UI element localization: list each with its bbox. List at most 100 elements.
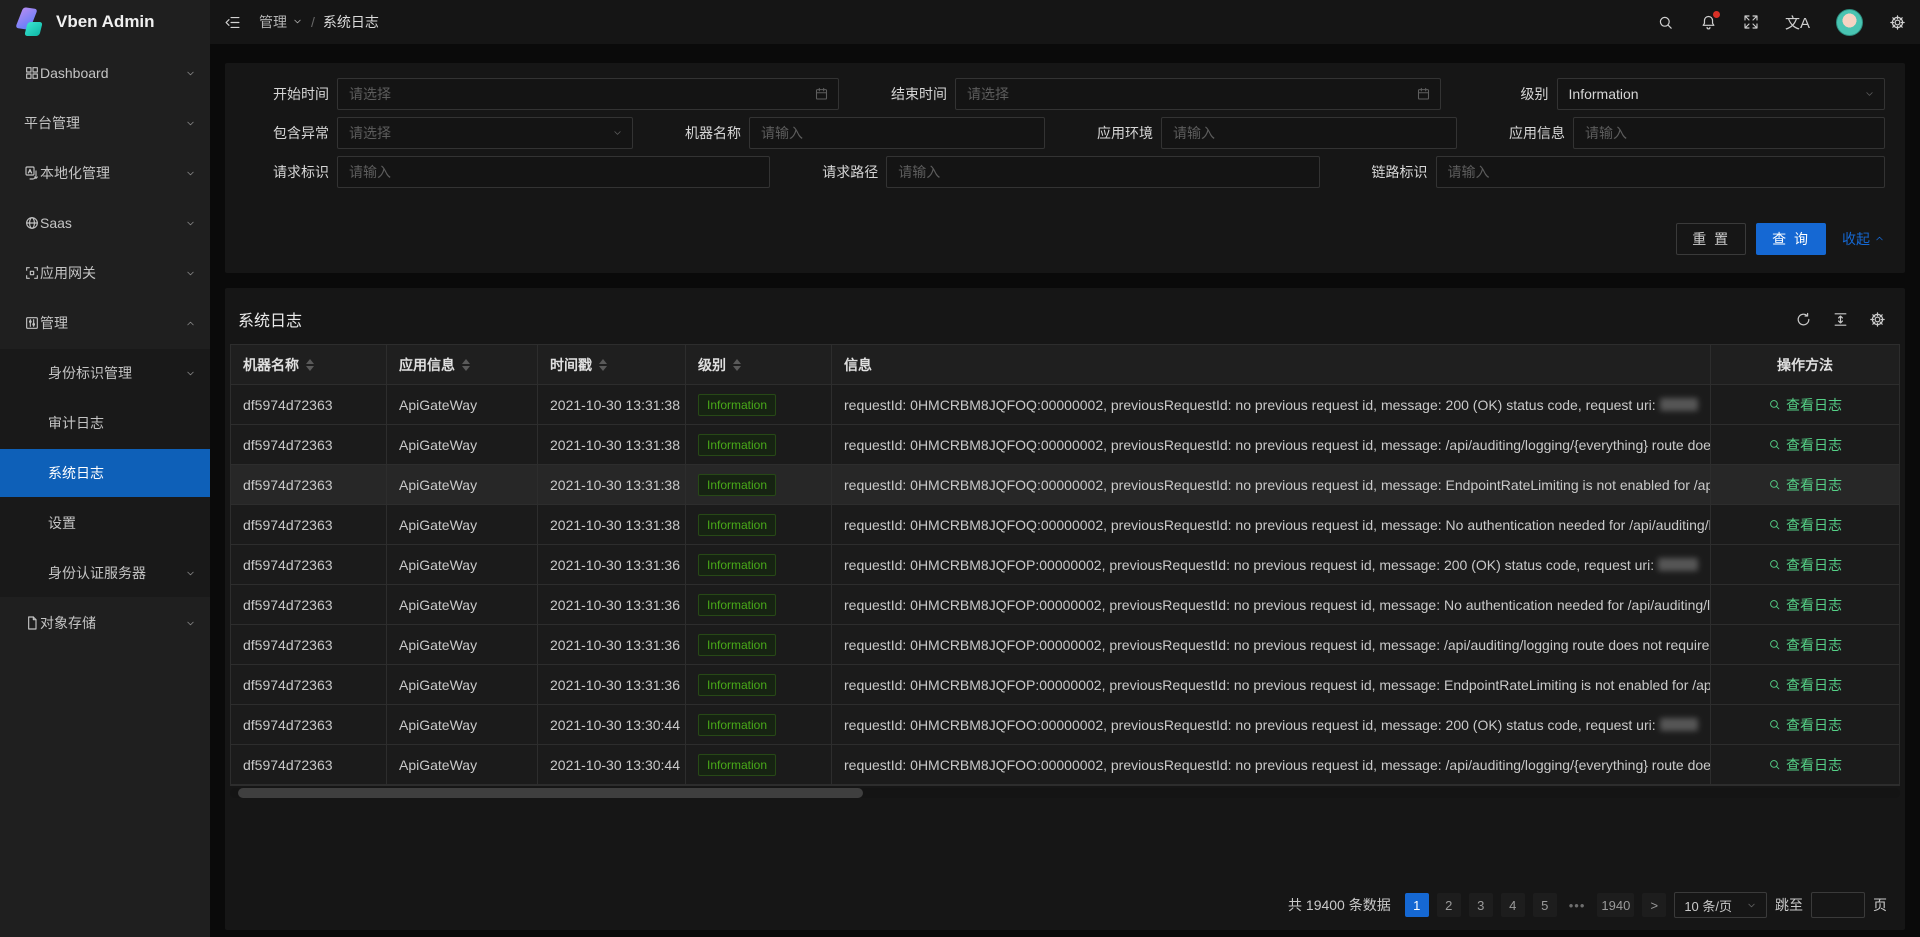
view-log-link[interactable]: 查看日志 — [1768, 555, 1842, 575]
translate-icon[interactable]: 文A — [1785, 12, 1810, 33]
column-header-1[interactable]: 机器名称 — [231, 345, 387, 385]
app-info-cell: ApiGateWay — [387, 665, 538, 705]
table-row: df5974d72363ApiGateWay2021-10-30 13:31:3… — [231, 545, 1899, 585]
table-title: 系统日志 — [238, 307, 302, 331]
sort-carets-icon — [599, 359, 607, 371]
filter-field-trace-id: 链路标识请输入 — [1336, 156, 1885, 188]
sidebar-item-audit-log[interactable]: 审计日志 — [0, 399, 210, 447]
sidebar-item-object-storage[interactable]: 对象存储 — [0, 599, 210, 647]
sidebar-item-dashboard[interactable]: Dashboard — [0, 49, 210, 97]
column-header-2[interactable]: 应用信息 — [387, 345, 538, 385]
scrollbar-thumb[interactable] — [238, 788, 863, 798]
table-header: 系统日志 — [230, 294, 1900, 344]
action-cell: 查看日志 — [1711, 425, 1899, 465]
machine-name-input[interactable]: 请输入 — [749, 117, 1045, 149]
column-header-4[interactable]: 级别 — [686, 345, 832, 385]
chevron-up-icon — [185, 318, 196, 329]
refresh-icon[interactable] — [1795, 311, 1812, 328]
sidebar-item-settings[interactable]: 设置 — [0, 499, 210, 547]
next-page-button[interactable]: > — [1642, 893, 1666, 917]
page-button-1940[interactable]: 1940 — [1597, 893, 1634, 917]
sidebar-item-platform[interactable]: 平台管理 — [0, 99, 210, 147]
message-text: requestId: 0HMCRBM8JQFOQ:00000002, previ… — [844, 477, 1711, 493]
view-log-link[interactable]: 查看日志 — [1768, 515, 1842, 535]
menu-fold-icon[interactable] — [224, 14, 241, 31]
app-env-input[interactable]: 请输入 — [1161, 117, 1457, 149]
machine-name-cell: df5974d72363 — [231, 385, 387, 425]
breadcrumb-section[interactable]: 管理 — [259, 12, 303, 32]
table-row: df5974d72363ApiGateWay2021-10-30 13:31:3… — [231, 585, 1899, 625]
level-cell: Information — [686, 425, 832, 465]
action-cell: 查看日志 — [1711, 505, 1899, 545]
page-button-5[interactable]: 5 — [1533, 893, 1557, 917]
column-settings-icon[interactable] — [1869, 311, 1886, 328]
table-row: df5974d72363ApiGateWay2021-10-30 13:31:3… — [231, 665, 1899, 705]
sidebar-item-system-log[interactable]: 系统日志 — [0, 449, 210, 497]
page-jump-input[interactable] — [1811, 892, 1865, 918]
page-button-2[interactable]: 2 — [1437, 893, 1461, 917]
level-badge: Information — [698, 474, 776, 496]
search-button[interactable]: 查 询 — [1756, 223, 1826, 255]
calendar-icon — [1416, 87, 1431, 102]
trace-id-input[interactable]: 请输入 — [1436, 156, 1885, 188]
chevron-down-icon — [1864, 89, 1875, 100]
chevron-down-icon — [292, 14, 303, 30]
view-log-link[interactable]: 查看日志 — [1768, 595, 1842, 615]
view-log-link[interactable]: 查看日志 — [1768, 715, 1842, 735]
page-button-3[interactable]: 3 — [1469, 893, 1493, 917]
timestamp-cell: 2021-10-30 13:31:38 — [538, 425, 686, 465]
chevron-down-icon — [185, 618, 196, 629]
bell-icon[interactable] — [1700, 14, 1717, 31]
collapse-label: 收起 — [1842, 229, 1870, 249]
sidebar-item-auth-server[interactable]: 身份认证服务器 — [0, 549, 210, 597]
magnifier-icon — [1768, 438, 1781, 451]
sort-carets-icon — [733, 359, 741, 371]
app-logo[interactable]: Vben Admin — [0, 0, 210, 44]
sidebar-item-identity-management[interactable]: 身份标识管理 — [0, 349, 210, 397]
include-exception-select[interactable]: 请选择 — [337, 117, 633, 149]
search-icon[interactable] — [1657, 14, 1674, 31]
chevron-up-icon — [1874, 231, 1885, 247]
row-height-icon[interactable] — [1832, 311, 1849, 328]
sidebar-item-manage[interactable]: 管理 — [0, 299, 210, 347]
table-row: df5974d72363ApiGateWay2021-10-30 13:31:3… — [231, 385, 1899, 425]
level-select[interactable]: Information — [1557, 78, 1885, 110]
page-button-1[interactable]: 1 — [1405, 893, 1429, 917]
level-badge: Information — [698, 594, 776, 616]
filter-field-request-path: 请求路径请输入 — [786, 156, 1335, 188]
app-info-cell: ApiGateWay — [387, 705, 538, 745]
view-log-link[interactable]: 查看日志 — [1768, 635, 1842, 655]
redacted-text — [1660, 398, 1698, 411]
sidebar-item-saas[interactable]: Saas — [0, 199, 210, 247]
request-path-input[interactable]: 请输入 — [886, 156, 1319, 188]
app-info-input[interactable]: 请输入 — [1573, 117, 1885, 149]
sidebar-item-gateway[interactable]: 应用网关 — [0, 249, 210, 297]
view-log-link[interactable]: 查看日志 — [1768, 435, 1842, 455]
machine-name-cell: df5974d72363 — [231, 465, 387, 505]
page-ellipsis[interactable]: ••• — [1565, 893, 1590, 917]
reset-button[interactable]: 重 置 — [1676, 223, 1746, 255]
view-log-link[interactable]: 查看日志 — [1768, 475, 1842, 495]
machine-name-cell: df5974d72363 — [231, 545, 387, 585]
message-text: requestId: 0HMCRBM8JQFOQ:00000002, previ… — [844, 397, 1656, 413]
column-header-3[interactable]: 时间戳 — [538, 345, 686, 385]
page-size-select[interactable]: 10 条/页 — [1674, 892, 1767, 918]
sidebar-item-localization[interactable]: 本地化管理 — [0, 149, 210, 197]
machine-name-cell: df5974d72363 — [231, 665, 387, 705]
level-cell: Information — [686, 465, 832, 505]
app-info-cell: ApiGateWay — [387, 505, 538, 545]
fullscreen-icon[interactable] — [1743, 14, 1759, 30]
pagination-total: 共 19400 条数据 — [1288, 895, 1391, 915]
table-header-row: 机器名称应用信息时间戳级别信息操作方法 — [231, 345, 1899, 385]
start-time-date-picker[interactable]: 请选择 — [337, 78, 839, 110]
avatar[interactable] — [1836, 9, 1863, 36]
collapse-link[interactable]: 收起 — [1842, 229, 1885, 249]
view-log-link[interactable]: 查看日志 — [1768, 395, 1842, 415]
end-time-date-picker[interactable]: 请选择 — [955, 78, 1441, 110]
view-log-link[interactable]: 查看日志 — [1768, 755, 1842, 775]
page-button-4[interactable]: 4 — [1501, 893, 1525, 917]
app-info-cell: ApiGateWay — [387, 545, 538, 585]
gear-icon[interactable] — [1889, 14, 1906, 31]
view-log-link[interactable]: 查看日志 — [1768, 675, 1842, 695]
request-id-input[interactable]: 请输入 — [337, 156, 770, 188]
